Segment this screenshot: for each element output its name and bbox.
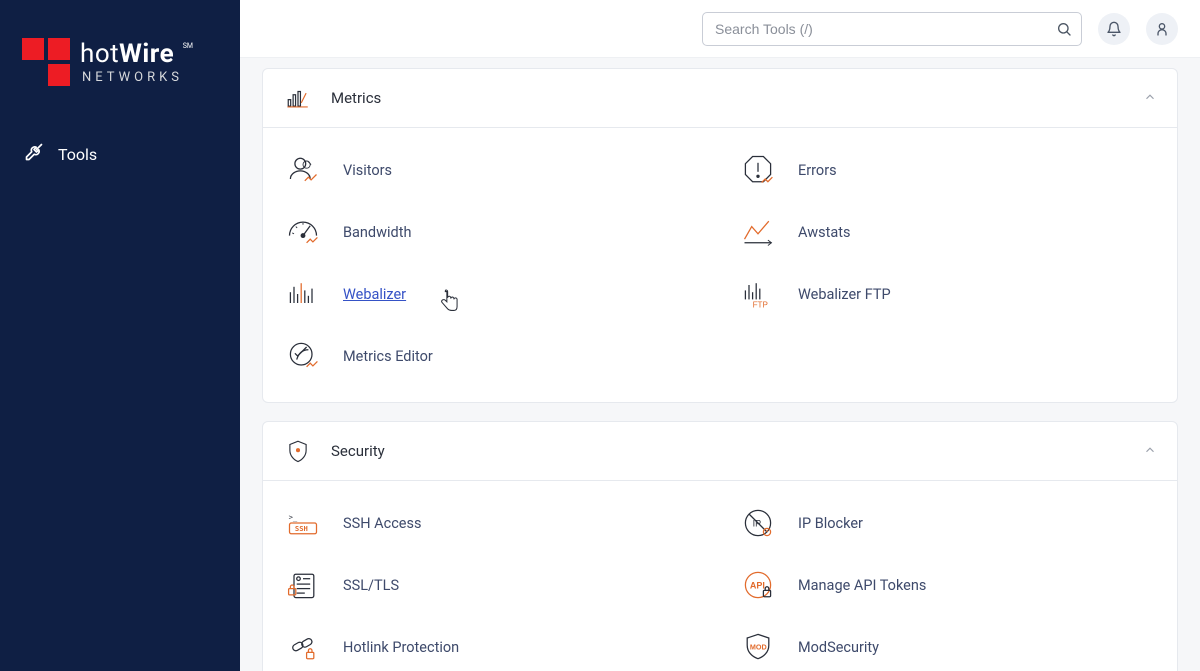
tool-manage-api-tokens[interactable]: API Manage API Tokens bbox=[738, 565, 1157, 605]
tool-label: Hotlink Protection bbox=[343, 639, 459, 656]
tool-label: Errors bbox=[798, 162, 837, 179]
sidebar-item-tools[interactable]: Tools bbox=[0, 132, 240, 176]
topbar bbox=[240, 0, 1200, 58]
tool-ssh-access[interactable]: >_ SSH SSH Access bbox=[283, 503, 702, 543]
tool-visitors[interactable]: Visitors bbox=[283, 150, 702, 190]
metrics-editor-icon bbox=[283, 336, 323, 376]
chevron-up-icon bbox=[1143, 89, 1157, 108]
sidebar-nav: Tools bbox=[0, 132, 240, 176]
tool-label: Manage API Tokens bbox=[798, 577, 926, 594]
tool-label: Webalizer bbox=[343, 286, 406, 303]
tool-label: Webalizer FTP bbox=[798, 286, 891, 303]
brand-name: hotWire SM bbox=[80, 41, 183, 67]
main-area: Metrics Visito bbox=[240, 0, 1200, 671]
panel-security: Security >_ SSH SSH Access bbox=[262, 421, 1178, 671]
svg-text:MOD: MOD bbox=[750, 643, 767, 652]
svg-text:SSH: SSH bbox=[295, 524, 308, 533]
wrench-icon bbox=[24, 142, 44, 166]
pointer-cursor-icon bbox=[439, 288, 461, 318]
brand-logo-mark bbox=[22, 38, 70, 86]
tool-label: ModSecurity bbox=[798, 639, 879, 656]
notifications-button[interactable] bbox=[1098, 13, 1130, 45]
security-icon bbox=[283, 438, 313, 464]
sidebar: hotWire SM NETWORKS Tools bbox=[0, 0, 240, 671]
account-button[interactable] bbox=[1146, 13, 1178, 45]
panel-security-body: >_ SSH SSH Access IP bbox=[263, 481, 1177, 671]
panel-security-header[interactable]: Security bbox=[263, 422, 1177, 481]
sidebar-item-label: Tools bbox=[58, 145, 97, 164]
tool-label: Metrics Editor bbox=[343, 348, 433, 365]
panel-title: Metrics bbox=[331, 89, 381, 107]
modsecurity-icon: MOD bbox=[738, 627, 778, 667]
ssh-icon: >_ SSH bbox=[283, 503, 323, 543]
panel-metrics-body: Visitors Errors bbox=[263, 128, 1177, 402]
svg-text:IP: IP bbox=[753, 519, 762, 529]
api-tokens-icon: API bbox=[738, 565, 778, 605]
tool-metrics-editor[interactable]: Metrics Editor bbox=[283, 336, 702, 376]
tool-hotlink-protection[interactable]: Hotlink Protection bbox=[283, 627, 702, 667]
user-icon bbox=[1154, 21, 1170, 37]
bell-icon bbox=[1106, 21, 1122, 37]
webalizer-icon bbox=[283, 274, 323, 314]
ip-blocker-icon: IP bbox=[738, 503, 778, 543]
tool-modsecurity[interactable]: MOD ModSecurity bbox=[738, 627, 1157, 667]
tool-ssl-tls[interactable]: SSL/TLS bbox=[283, 565, 702, 605]
search-icon bbox=[1056, 21, 1072, 37]
panel-metrics: Metrics Visito bbox=[262, 68, 1178, 403]
tool-bandwidth[interactable]: Bandwidth bbox=[283, 212, 702, 252]
tool-label: SSL/TLS bbox=[343, 577, 399, 594]
tool-ip-blocker[interactable]: IP IP Blocker bbox=[738, 503, 1157, 543]
svg-text:FTP: FTP bbox=[753, 301, 768, 310]
content-area: Metrics Visito bbox=[240, 58, 1200, 671]
tool-label: SSH Access bbox=[343, 515, 421, 532]
webalizer-ftp-icon: FTP bbox=[738, 274, 778, 314]
tool-label: Visitors bbox=[343, 162, 392, 179]
tool-label: IP Blocker bbox=[798, 515, 863, 532]
tool-label: Awstats bbox=[798, 224, 850, 241]
ssl-tls-icon bbox=[283, 565, 323, 605]
tool-awstats[interactable]: Awstats bbox=[738, 212, 1157, 252]
svg-text:>_: >_ bbox=[289, 512, 298, 521]
bandwidth-icon bbox=[283, 212, 323, 252]
hotlink-icon bbox=[283, 627, 323, 667]
tool-errors[interactable]: Errors bbox=[738, 150, 1157, 190]
panel-title: Security bbox=[331, 442, 385, 460]
search-button[interactable] bbox=[1052, 17, 1076, 41]
panel-metrics-header[interactable]: Metrics bbox=[263, 69, 1177, 128]
visitors-icon bbox=[283, 150, 323, 190]
tool-webalizer[interactable]: Webalizer bbox=[283, 274, 702, 314]
brand-logo: hotWire SM NETWORKS bbox=[0, 24, 240, 114]
search-container bbox=[702, 12, 1082, 46]
metrics-icon bbox=[283, 85, 313, 111]
svg-text:API: API bbox=[750, 581, 765, 591]
chevron-up-icon bbox=[1143, 442, 1157, 461]
tool-label: Bandwidth bbox=[343, 224, 411, 241]
errors-icon bbox=[738, 150, 778, 190]
awstats-icon bbox=[738, 212, 778, 252]
tool-webalizer-ftp[interactable]: FTP Webalizer FTP bbox=[738, 274, 1157, 314]
search-input[interactable] bbox=[702, 12, 1082, 46]
brand-subname: NETWORKS bbox=[80, 71, 183, 84]
